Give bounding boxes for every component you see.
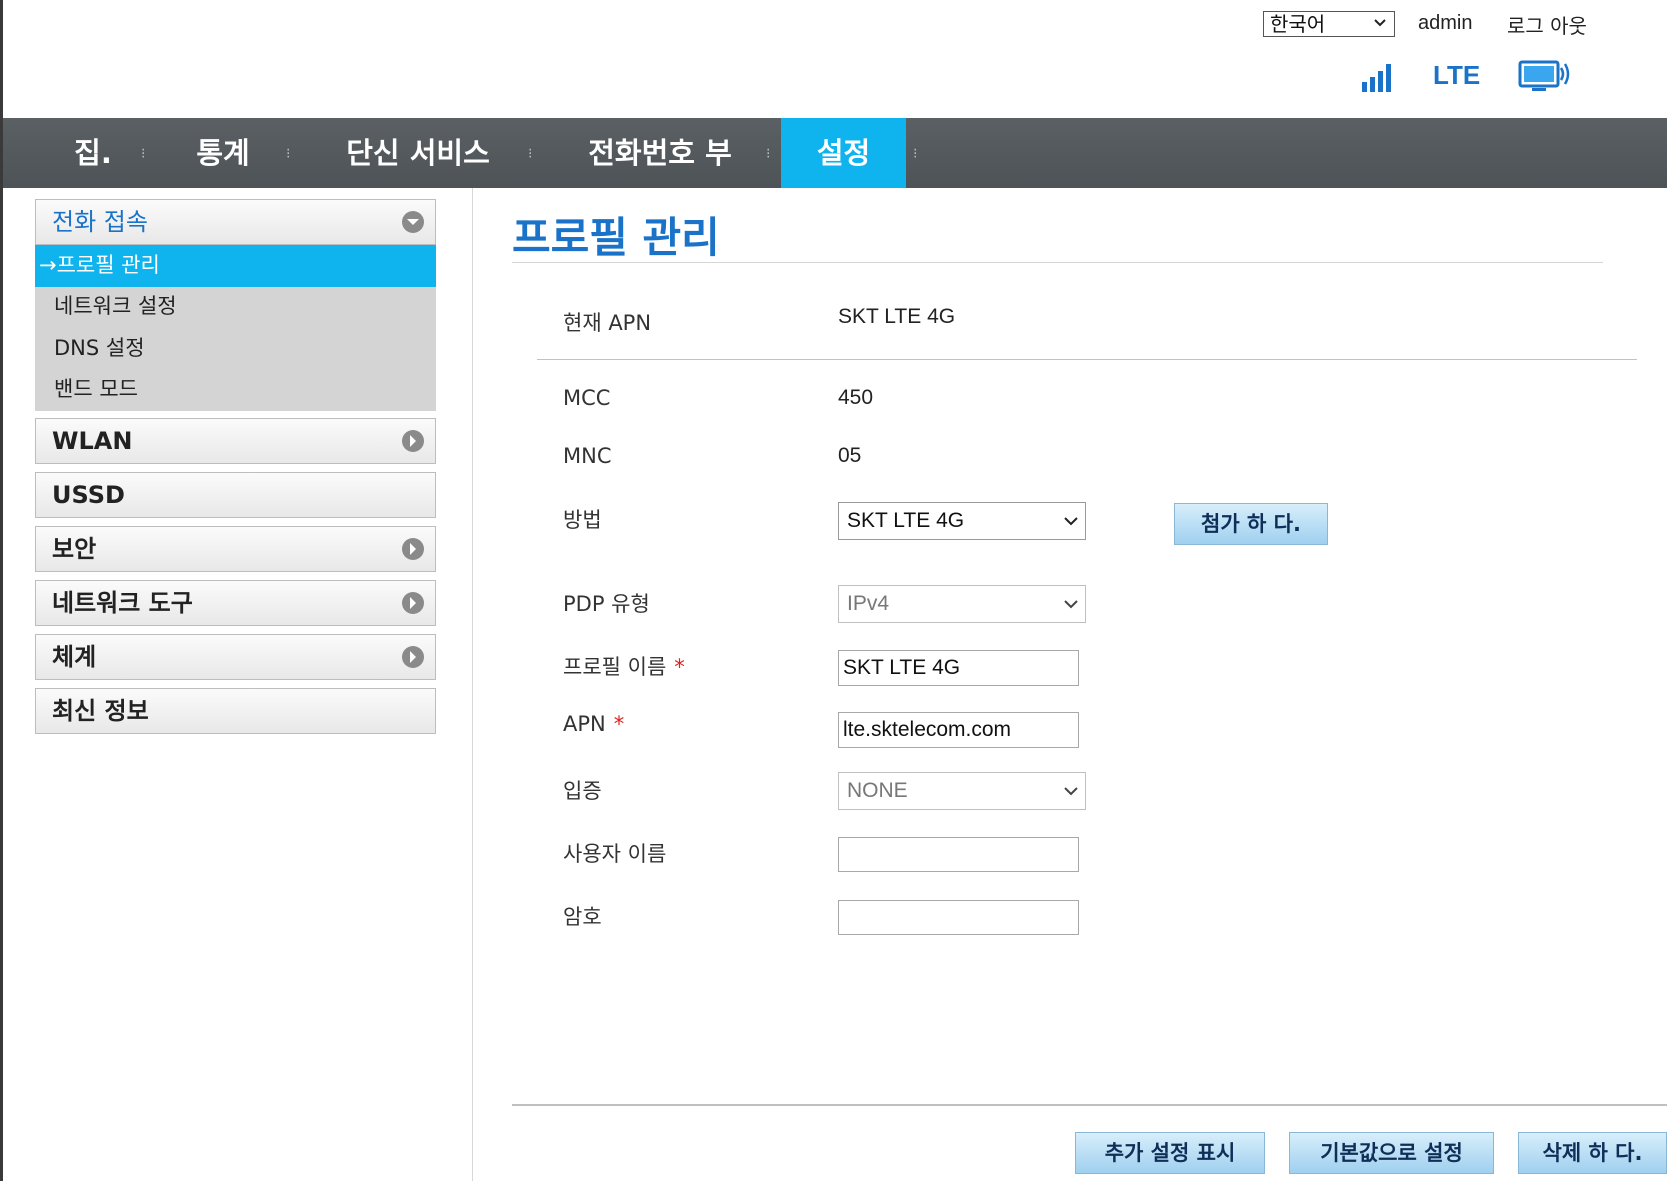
mnc-label: MNC	[563, 444, 612, 468]
apn-label: APN *	[563, 712, 624, 736]
sidebar-group-network-tools[interactable]: 네트워크 도구	[35, 580, 436, 626]
profile-name-label-text: 프로필 이름	[563, 655, 667, 679]
sidebar-item-band-mode[interactable]: 밴드 모드	[35, 369, 436, 411]
sidebar-group-label: 체계	[52, 643, 97, 671]
pdp-type-label: PDP 유형	[563, 592, 650, 616]
pdp-type-select[interactable]: IPv4	[838, 585, 1086, 623]
chevron-down-icon	[1064, 517, 1078, 526]
chevron-down-icon	[1064, 787, 1078, 796]
current-apn-value: SKT LTE 4G	[838, 305, 956, 328]
nav-separator: ⁝	[913, 146, 918, 162]
sidebar-group-label: 전화 접속	[52, 208, 148, 236]
required-marker: *	[613, 712, 625, 736]
page-title: 프로필 관리	[512, 213, 720, 262]
sidebar-group-dialup[interactable]: 전화 접속	[35, 199, 436, 245]
sidebar-item-dns-settings[interactable]: DNS 설정	[35, 328, 436, 370]
sidebar-group-label: USSD	[52, 481, 125, 509]
nav-separator: ⁝	[141, 146, 146, 162]
sidebar-group-wlan[interactable]: WLAN	[35, 418, 436, 464]
logout-link[interactable]: 로그 아웃	[1507, 10, 1587, 39]
apn-label-text: APN	[563, 712, 606, 736]
nav-phonebook[interactable]: 전화번호 부	[560, 118, 760, 188]
expand-circle-icon	[402, 646, 424, 668]
sidebar-group-security[interactable]: 보안	[35, 526, 436, 572]
sidebar-submenu: →프로필 관리 네트워크 설정 DNS 설정 밴드 모드	[35, 245, 436, 411]
add-profile-button[interactable]: 첨가 하 다.	[1174, 503, 1328, 545]
sidebar-item-label: →프로필 관리	[39, 253, 160, 277]
password-input[interactable]	[838, 900, 1079, 935]
nav-home[interactable]: 집.	[53, 118, 133, 188]
sidebar-group-update[interactable]: 최신 정보	[35, 688, 436, 734]
content-divider	[472, 188, 473, 1181]
section-divider	[537, 359, 1637, 360]
profile-name-input[interactable]: SKT LTE 4G	[838, 650, 1079, 686]
sidebar-item-label: DNS 설정	[54, 336, 145, 360]
show-advanced-button[interactable]: 추가 설정 표시	[1075, 1132, 1265, 1174]
method-select-value: SKT LTE 4G	[847, 509, 965, 532]
expand-circle-icon	[402, 538, 424, 560]
sidebar-group-ussd[interactable]: USSD	[35, 472, 436, 518]
delete-profile-button[interactable]: 삭제 하 다.	[1518, 1132, 1667, 1174]
expand-circle-icon	[402, 430, 424, 452]
method-label: 방법	[563, 508, 602, 532]
pdp-type-value: IPv4	[847, 592, 890, 615]
sidebar-group-system[interactable]: 체계	[35, 634, 436, 680]
chevron-down-icon	[1064, 600, 1078, 609]
chevron-down-icon	[1374, 19, 1386, 27]
user-name: admin	[1418, 12, 1473, 34]
auth-value: NONE	[847, 779, 908, 802]
apn-input[interactable]: lte.sktelecom.com	[838, 712, 1079, 748]
sidebar-item-label: 밴드 모드	[54, 377, 138, 401]
set-default-button[interactable]: 기본값으로 설정	[1289, 1132, 1494, 1174]
sidebar-group-label: 보안	[52, 535, 97, 563]
method-select[interactable]: SKT LTE 4G	[838, 502, 1086, 540]
current-apn-label: 현재 APN	[563, 311, 652, 335]
profile-name-label: 프로필 이름 *	[563, 651, 685, 681]
main-nav: 집. ⁝ 통계 ⁝ 단신 서비스 ⁝ 전화번호 부 ⁝ 설정 ⁝	[3, 118, 1667, 188]
password-label: 암호	[563, 905, 602, 929]
mnc-value: 05	[838, 444, 862, 467]
auth-label: 입증	[563, 779, 602, 803]
collapse-circle-icon	[402, 211, 424, 233]
language-value: 한국어	[1270, 12, 1326, 36]
language-select[interactable]: 한국어	[1263, 11, 1395, 37]
sidebar-group-label: 네트워크 도구	[52, 589, 193, 617]
sidebar-group-label: 최신 정보	[52, 697, 149, 725]
title-divider	[512, 262, 1603, 263]
nav-separator: ⁝	[766, 146, 771, 162]
required-marker: *	[674, 655, 685, 679]
nav-statistics[interactable]: 통계	[173, 118, 273, 188]
sidebar-item-network-settings[interactable]: 네트워크 설정	[35, 286, 436, 328]
nav-sms[interactable]: 단신 서비스	[318, 118, 518, 188]
footer-divider	[512, 1104, 1667, 1106]
expand-circle-icon	[402, 592, 424, 614]
username-input[interactable]	[838, 837, 1079, 872]
connected-device-icon	[1518, 60, 1570, 91]
nav-separator: ⁝	[286, 146, 291, 162]
sidebar-group-label: WLAN	[52, 427, 133, 455]
auth-select[interactable]: NONE	[838, 772, 1086, 810]
sidebar-item-label: 네트워크 설정	[54, 294, 177, 318]
username-label: 사용자 이름	[563, 842, 667, 866]
mcc-label: MCC	[563, 386, 611, 410]
signal-strength-icon	[1362, 64, 1391, 92]
mcc-value: 450	[838, 386, 874, 409]
nav-settings[interactable]: 설정	[781, 118, 906, 188]
nav-separator: ⁝	[528, 146, 533, 162]
sidebar-item-profile-management[interactable]: →프로필 관리	[35, 245, 436, 287]
network-type: LTE	[1433, 60, 1481, 90]
